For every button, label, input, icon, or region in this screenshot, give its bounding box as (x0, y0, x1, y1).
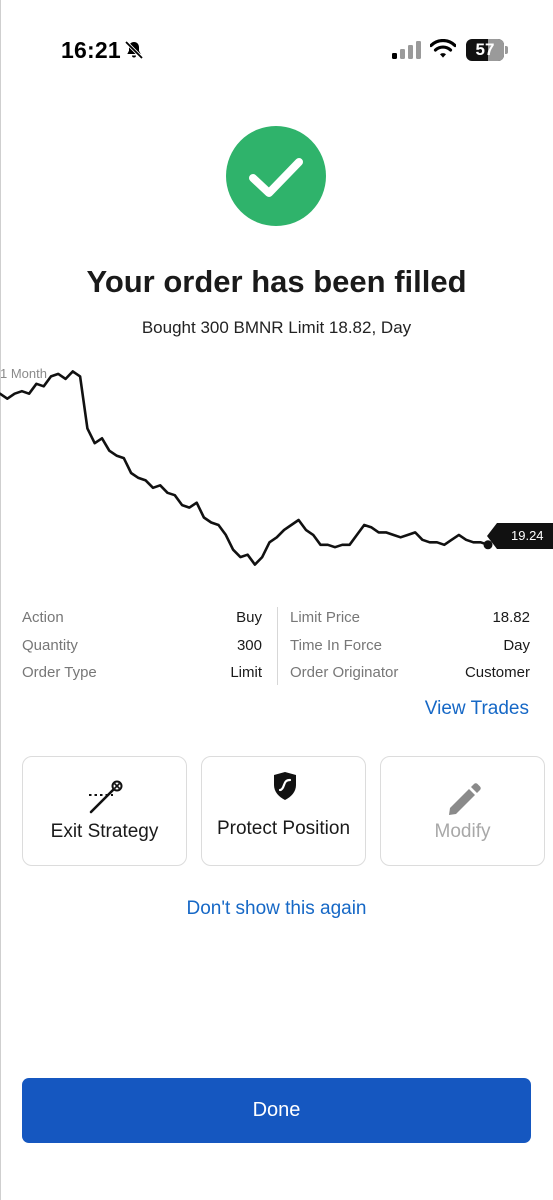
detail-value: Day (503, 637, 530, 654)
detail-label: Order Originator (290, 664, 399, 681)
detail-value: 18.82 (492, 609, 530, 626)
protect-position-button[interactable]: Protect Position (201, 756, 366, 866)
battery-icon: 57 (466, 39, 509, 61)
exit-strategy-button[interactable]: Exit Strategy (22, 756, 187, 866)
order-details: Action Buy Quantity 300 Order Type Limit… (22, 603, 532, 687)
detail-order-originator: Order Originator Customer (290, 664, 530, 686)
order-summary: Bought 300 BMNR Limit 18.82, Day (141, 318, 412, 337)
done-button[interactable]: Done (22, 1078, 531, 1143)
detail-label: Time In Force (290, 637, 382, 654)
detail-time-in-force: Time In Force Day (290, 637, 530, 659)
detail-limit-price: Limit Price 18.82 (290, 609, 530, 631)
exit-strategy-label: Exit Strategy (50, 821, 159, 842)
detail-label: Order Type (22, 664, 97, 681)
price-line (0, 370, 490, 566)
detail-value: 300 (236, 637, 262, 654)
battery-level: 57 (475, 40, 495, 59)
price-chart (0, 370, 493, 566)
cellular-signal-icon (392, 41, 421, 59)
order-filled-title: Your order has been filled (86, 264, 467, 299)
status-time: 16:21 (61, 37, 121, 63)
detail-value: Customer (464, 664, 530, 681)
modify-label: Modify (434, 821, 491, 842)
protect-position-label: Protect Position (216, 818, 351, 839)
bell-slash-icon (124, 40, 144, 60)
detail-action: Action Buy (22, 609, 262, 631)
detail-value: Buy (236, 609, 262, 626)
view-trades-link[interactable]: View Trades (425, 698, 529, 720)
pencil-icon (449, 783, 481, 815)
details-divider (277, 607, 278, 685)
dont-show-again-link[interactable]: Don't show this again (0, 898, 553, 920)
status-bar: 16:21 57 (0, 0, 553, 100)
wifi-icon (430, 39, 456, 58)
last-price-tag: 19.24 (487, 523, 553, 549)
detail-value: Limit (230, 664, 262, 681)
detail-quantity: Quantity 300 (22, 637, 262, 659)
exit-strategy-icon (89, 780, 123, 814)
detail-label: Limit Price (290, 609, 361, 626)
detail-label: Action (22, 609, 64, 626)
chart-period-label: 1 Month (0, 366, 47, 381)
detail-order-type: Order Type Limit (22, 664, 262, 686)
screen-edge (0, 0, 1, 1200)
detail-label: Quantity (22, 637, 78, 654)
modify-button[interactable]: Modify (380, 756, 545, 866)
check-circle-icon (226, 126, 326, 226)
shield-icon (274, 772, 296, 800)
